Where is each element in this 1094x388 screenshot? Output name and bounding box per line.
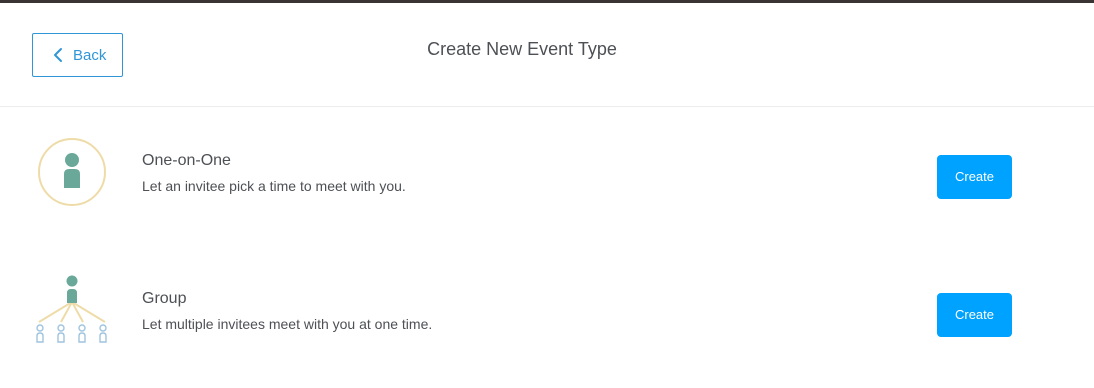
page-title: Create New Event Type (427, 39, 617, 59)
event-type-description: Let an invitee pick a time to meet with … (142, 178, 406, 194)
create-one-on-one-button[interactable]: Create (937, 155, 1012, 199)
event-type-group: Group Let multiple invitees meet with yo… (0, 246, 1094, 384)
event-type-title: Group (142, 290, 187, 307)
create-group-button[interactable]: Create (937, 293, 1012, 337)
event-type-description: Let multiple invitees meet with you at o… (142, 316, 433, 332)
event-type-one-on-one: One-on-One Let an invitee pick a time to… (0, 108, 1094, 246)
event-type-title: One-on-One (142, 152, 231, 169)
page-header: Back Create New Event Type (0, 3, 1094, 107)
one-on-one-icon (38, 138, 106, 206)
group-icon (36, 275, 107, 343)
